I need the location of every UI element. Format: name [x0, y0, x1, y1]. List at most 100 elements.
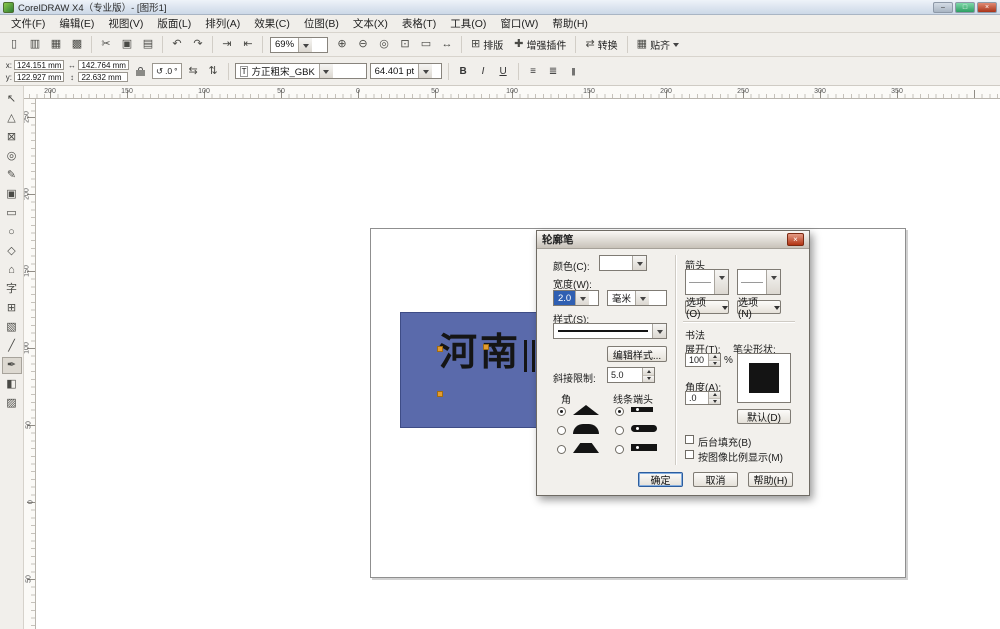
dropdown-arrow-icon[interactable] [575, 291, 590, 305]
zoom-level-combo[interactable]: 69% [270, 36, 328, 53]
convert-button[interactable]: ⇄ 转换 [580, 36, 622, 53]
export-button[interactable]: ⇤ [238, 35, 258, 55]
menu-tools[interactable]: 工具(O) [443, 14, 493, 33]
new-button[interactable]: ▯ [4, 35, 24, 55]
underline-button[interactable]: U [495, 63, 512, 80]
table-tool-button[interactable]: ⊞ [2, 300, 22, 317]
minimize-button[interactable]: – [933, 1, 953, 13]
dropdown-arrow-icon[interactable] [766, 270, 780, 294]
start-arrow-picker[interactable] [685, 269, 729, 295]
maximize-button[interactable]: □ [955, 1, 975, 13]
menu-text[interactable]: 文本(X) [346, 14, 395, 33]
fill-tool-button[interactable]: ◧ [2, 376, 22, 393]
font-size-combo[interactable]: 64.401 pt [369, 63, 442, 79]
lock-ratio-button[interactable] [132, 63, 149, 80]
plugins-button[interactable]: ✚ 增强插件 [509, 36, 571, 53]
open-button[interactable]: ▥ [25, 35, 45, 55]
end-arrow-picker[interactable] [737, 269, 781, 295]
paste-button[interactable]: ▤ [138, 35, 158, 55]
italic-button[interactable]: I [475, 63, 492, 80]
text-node-handle[interactable] [437, 391, 443, 397]
outline-style-combo[interactable] [553, 323, 667, 339]
rectangle-tool-button[interactable]: ▭ [2, 205, 22, 222]
import-button[interactable]: ⇥ [217, 35, 237, 55]
angle-value[interactable]: .0 [686, 392, 708, 404]
cap-butt-radio[interactable] [615, 407, 624, 416]
rotation-input[interactable]: ↺ .0 ° [151, 63, 182, 79]
crop-tool-button[interactable]: ⊠ [2, 129, 22, 146]
object-width-input[interactable]: 142.764 mm [78, 60, 129, 70]
zoom-out-button[interactable]: ⊖ [353, 35, 373, 55]
spin-down-icon[interactable] [643, 375, 654, 382]
close-button[interactable]: × [977, 1, 997, 13]
outline-width-combo[interactable]: 2.0 [553, 290, 599, 306]
alignment-button[interactable]: ≡ [525, 63, 542, 80]
dropdown-arrow-icon[interactable] [632, 256, 646, 270]
typeset-button[interactable]: ⊞ 排版 [466, 36, 508, 53]
object-height-input[interactable]: 22.632 mm [78, 72, 129, 82]
menu-arrange[interactable]: 排列(A) [198, 14, 247, 33]
vertical-ruler[interactable]: 250 200 150 100 50 0 50 [24, 99, 36, 629]
font-family-combo[interactable]: T 方正粗宋_GBK [234, 63, 367, 79]
copy-button[interactable]: ▣ [117, 35, 137, 55]
blend-tool-button[interactable]: ▧ [2, 319, 22, 336]
miter-limit-spinner[interactable]: 5.0 [607, 367, 655, 383]
zoom-to-selection-button[interactable]: ◎ [374, 35, 394, 55]
artistic-text[interactable]: 河南 [439, 332, 549, 375]
interactive-fill-tool-button[interactable]: ▨ [2, 395, 22, 412]
text-node-handle[interactable] [437, 346, 443, 352]
stretch-spinner[interactable]: 100 [685, 353, 721, 367]
corner-miter-radio[interactable] [557, 407, 566, 416]
polygon-tool-button[interactable]: ◇ [2, 243, 22, 260]
smart-fill-tool-button[interactable]: ▣ [2, 186, 22, 203]
menu-view[interactable]: 视图(V) [101, 14, 150, 33]
corner-bevel-radio[interactable] [557, 445, 566, 454]
text-tool-button[interactable]: 字 [2, 281, 22, 298]
zoom-to-all-button[interactable]: ⊡ [395, 35, 415, 55]
angle-spinner[interactable]: .0 [685, 391, 721, 405]
undo-button[interactable]: ↶ [167, 35, 187, 55]
redo-button[interactable]: ↷ [188, 35, 208, 55]
zoom-to-page-button[interactable]: ▭ [416, 35, 436, 55]
paragraph-formatting-button[interactable]: ≣ [545, 63, 562, 80]
ok-button[interactable]: 确定 [638, 472, 683, 487]
cut-button[interactable]: ✂ [96, 35, 116, 55]
save-button[interactable]: ▦ [46, 35, 66, 55]
menu-help[interactable]: 帮助(H) [545, 14, 595, 33]
stretch-value[interactable]: 100 [686, 354, 708, 366]
dropdown-arrow-icon[interactable] [652, 324, 666, 338]
dropdown-arrow-icon[interactable] [714, 270, 728, 294]
help-button[interactable]: 帮助(H) [748, 472, 793, 487]
print-button[interactable]: ▩ [67, 35, 87, 55]
menu-bitmaps[interactable]: 位图(B) [297, 14, 346, 33]
ellipse-tool-button[interactable]: ○ [2, 224, 22, 241]
eyedropper-tool-button[interactable]: ╱ [2, 338, 22, 355]
y-position-input[interactable]: 122.927 mm [14, 72, 65, 82]
corner-round-radio[interactable] [557, 426, 566, 435]
spin-down-icon[interactable] [709, 360, 720, 366]
spin-up-icon[interactable] [643, 368, 654, 376]
outline-width-value[interactable]: 2.0 [554, 291, 576, 305]
outline-pen-tool-button[interactable]: ✒ [1, 357, 22, 374]
text-node-handle[interactable] [483, 344, 489, 350]
edit-style-button[interactable]: 编辑样式... [607, 346, 667, 362]
mirror-vertical-button[interactable]: ⇅ [205, 63, 222, 80]
end-arrow-options-button[interactable]: 选项(N) [737, 298, 781, 320]
menu-edit[interactable]: 编辑(E) [52, 14, 101, 33]
menu-table[interactable]: 表格(T) [395, 14, 443, 33]
scale-with-image-checkbox[interactable] [685, 450, 694, 459]
mirror-horizontal-button[interactable]: ⇆ [185, 63, 202, 80]
nib-shape-preview[interactable] [737, 353, 791, 403]
snap-button[interactable]: ▦ 贴齐 [632, 36, 684, 53]
drawing-canvas[interactable]: 河南 [36, 99, 1000, 629]
menu-layout[interactable]: 版面(L) [150, 14, 198, 33]
outline-color-picker[interactable] [599, 255, 647, 271]
dialog-close-button[interactable]: × [787, 233, 804, 246]
basic-shapes-tool-button[interactable]: ⌂ [2, 262, 22, 279]
miter-limit-value[interactable]: 5.0 [608, 368, 642, 382]
menu-window[interactable]: 窗口(W) [493, 14, 545, 33]
cap-square-radio[interactable] [615, 445, 624, 454]
columns-button[interactable]: ||| [565, 63, 582, 80]
dropdown-arrow-icon[interactable] [635, 291, 650, 305]
start-arrow-options-button[interactable]: 选项(O) [685, 298, 729, 320]
